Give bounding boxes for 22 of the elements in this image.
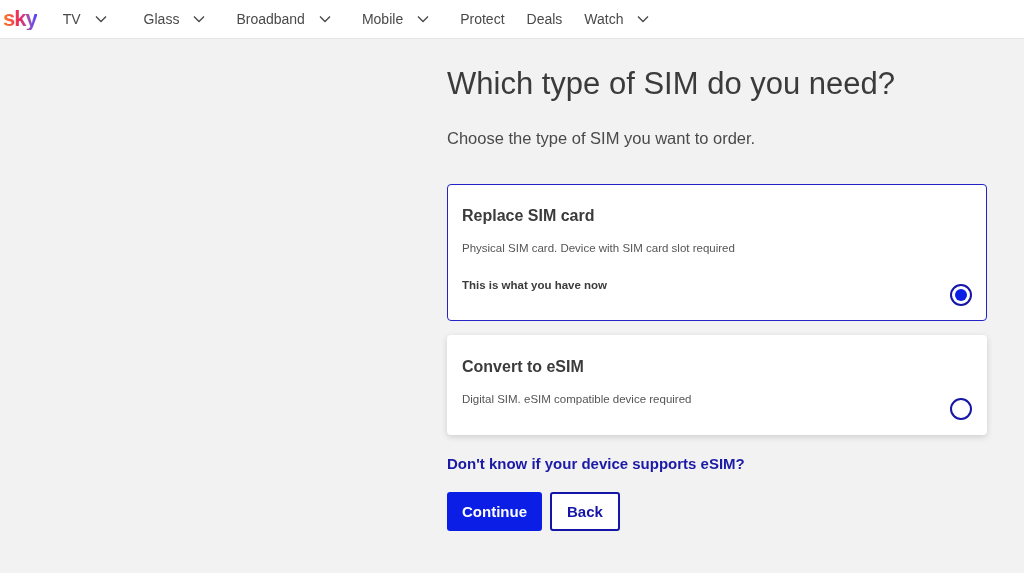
sim-option-card[interactable]: Replace SIM card Physical SIM card. Device with SIM card slot required This is what you have now xyxy=(447,183,987,321)
help-link[interactable]: Don't know if your device supports eSIM? xyxy=(447,452,745,476)
nav-link[interactable]: Mobile xyxy=(361,8,430,30)
radio-button[interactable] xyxy=(950,283,972,306)
option-description: Physical SIM card. Device with SIM card slot required xyxy=(462,240,735,256)
option-description: Digital SIM. eSIM compatible device required xyxy=(462,391,692,407)
back-button[interactable]: Back xyxy=(550,492,620,532)
option-note: This is what you have now xyxy=(462,278,608,293)
nav-link[interactable]: Glass xyxy=(143,8,206,30)
option-title: Convert to eSIM xyxy=(462,356,584,377)
nav-link[interactable]: TV xyxy=(62,8,107,30)
sim-option-card[interactable]: Convert to eSIM Digital SIM. eSIM compatible device required xyxy=(447,334,987,435)
sky-logo[interactable]: sky xyxy=(3,8,37,30)
option-title: Replace SIM card xyxy=(462,205,595,226)
nav-link[interactable]: Watch xyxy=(584,8,650,30)
continue-button[interactable]: Continue xyxy=(447,492,542,532)
nav-link[interactable]: Protect xyxy=(460,8,505,30)
page-subtitle: Choose the type of SIM you want to order. xyxy=(447,128,756,149)
nav-link[interactable]: Broadband xyxy=(236,8,331,30)
nav-link[interactable]: Deals xyxy=(526,8,563,30)
radio-button[interactable] xyxy=(950,397,972,420)
page-heading: Which type of SIM do you need? xyxy=(447,65,896,103)
